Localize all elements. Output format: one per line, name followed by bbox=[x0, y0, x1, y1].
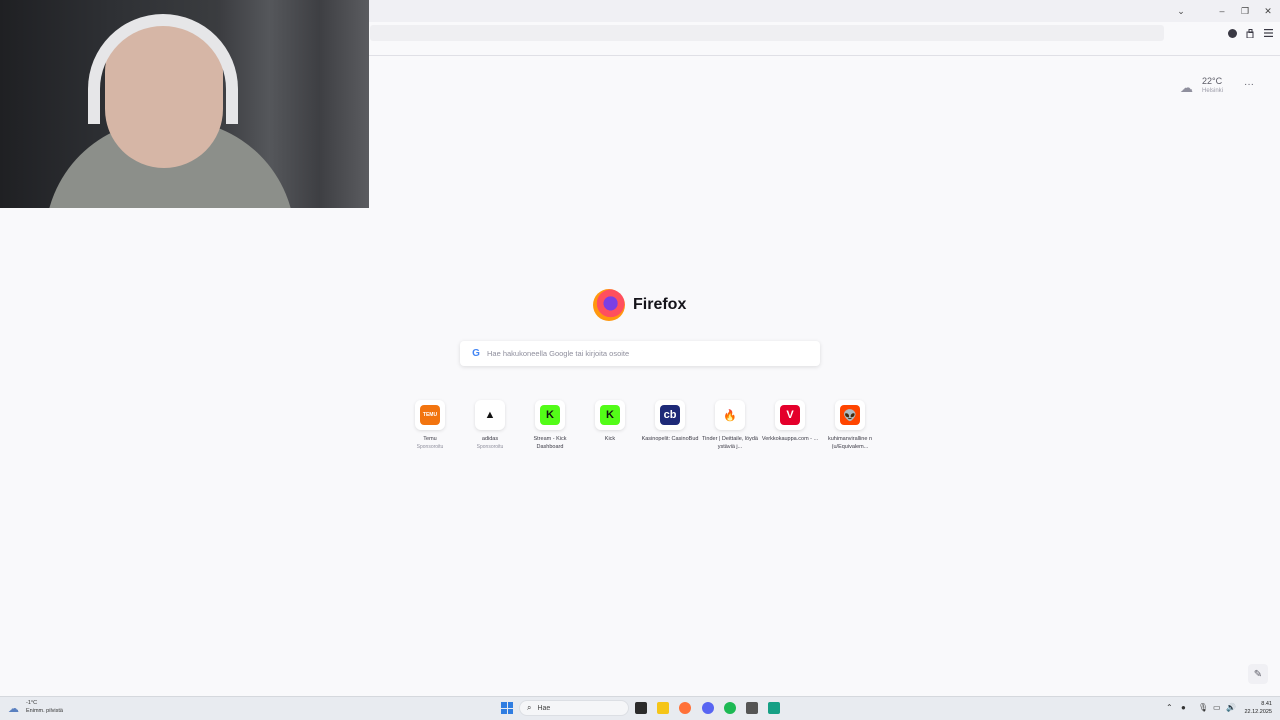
show-hidden-icons-icon[interactable]: ⌃ bbox=[1166, 703, 1173, 712]
volume-icon[interactable]: 🔊 bbox=[1226, 703, 1236, 712]
top-site-title: adidas bbox=[481, 436, 499, 442]
top-site-tile[interactable]: ▲ bbox=[475, 400, 505, 430]
menu-icon[interactable] bbox=[1262, 27, 1274, 39]
top-site-tile[interactable]: V bbox=[775, 400, 805, 430]
firefox-wordmark: Firefox bbox=[633, 296, 687, 313]
firefox-globe-icon bbox=[593, 289, 625, 321]
taskbar-weather-desc: Enimm. pilvistä bbox=[26, 708, 63, 714]
edit-icon[interactable]: ✎ bbox=[1248, 664, 1268, 684]
top-site-tile[interactable]: 👽 bbox=[835, 400, 865, 430]
weather-widget[interactable]: ☁ 22°C Helsinki bbox=[1178, 76, 1238, 100]
weather-cloud-icon: ☁ bbox=[8, 703, 19, 715]
top-site[interactable]: K Stream - Kick Dashboard bbox=[520, 399, 576, 455]
site-favicon-icon: K bbox=[540, 405, 560, 425]
top-site-title: Temu bbox=[423, 436, 437, 442]
site-favicon-icon: 🔥 bbox=[720, 405, 740, 425]
task-view-icon[interactable] bbox=[635, 702, 647, 714]
more-options-icon[interactable]: ··· bbox=[1244, 79, 1254, 90]
microphone-icon[interactable]: 🎙 bbox=[1198, 703, 1208, 712]
top-site[interactable]: 👽 kuhimanviralline n (u/Equivalem... bbox=[820, 399, 876, 455]
top-site[interactable]: V Verkkokauppa.com - ... bbox=[760, 399, 818, 455]
list-all-tabs-button[interactable]: ⌄ bbox=[1172, 4, 1190, 18]
top-site-tile[interactable]: 🔥 bbox=[715, 400, 745, 430]
weather-location: Helsinki bbox=[1202, 88, 1224, 94]
clock-date: 22.12.2025 bbox=[1244, 709, 1272, 715]
top-site[interactable]: K Kick bbox=[580, 399, 636, 455]
site-favicon-icon: K bbox=[600, 405, 620, 425]
minimize-button[interactable]: – bbox=[1213, 4, 1231, 18]
discord-icon[interactable] bbox=[702, 702, 714, 714]
top-site[interactable]: ▲ adidas Sponsoroitu bbox=[460, 399, 516, 455]
url-bar[interactable] bbox=[370, 25, 1164, 41]
clock-time: 8.41 bbox=[1261, 701, 1272, 707]
top-site-title: Verkkokauppa.com - ... bbox=[761, 436, 819, 442]
account-icon[interactable] bbox=[1226, 27, 1238, 39]
google-icon: G bbox=[472, 348, 480, 359]
sponsored-label: Sponsoroitu bbox=[476, 444, 504, 450]
start-button[interactable] bbox=[501, 702, 513, 714]
site-favicon-icon: V bbox=[780, 405, 800, 425]
site-favicon-icon: 👽 bbox=[840, 405, 860, 425]
extensions-icon[interactable] bbox=[1244, 27, 1256, 39]
sponsored-label: Sponsoroitu bbox=[416, 444, 444, 450]
top-site-title: Stream - Kick Dashboard bbox=[533, 436, 567, 450]
cloud-icon: ☁ bbox=[1180, 80, 1193, 95]
weather-temperature: 22°C bbox=[1202, 76, 1223, 86]
top-site-title: Tinder | Deittaile, löydä ystäviä j... bbox=[702, 436, 758, 450]
top-site[interactable]: TEMU Temu Sponsoroitu bbox=[400, 399, 456, 455]
network-icon[interactable]: ▭ bbox=[1213, 703, 1221, 712]
top-site[interactable]: 🔥 Tinder | Deittaile, löydä ystäviä j... bbox=[700, 399, 758, 455]
restore-button[interactable]: ❐ bbox=[1236, 4, 1254, 18]
close-button[interactable]: ✕ bbox=[1259, 4, 1277, 18]
taskbar-search-label: Hae bbox=[537, 704, 551, 712]
site-favicon-icon: ▲ bbox=[480, 405, 500, 425]
taskbar-search[interactable]: ⌕ Hae bbox=[519, 700, 629, 716]
search-icon: ⌕ bbox=[527, 703, 532, 712]
search-input[interactable] bbox=[487, 349, 807, 358]
firefox-taskbar-icon[interactable] bbox=[679, 702, 691, 714]
top-site[interactable]: cb Kasinopelit: CasinoBud bbox=[640, 399, 698, 455]
top-site-tile[interactable]: K bbox=[595, 400, 625, 430]
top-site-title: Kick bbox=[604, 436, 616, 442]
top-site-tile[interactable]: TEMU bbox=[415, 400, 445, 430]
search-box[interactable]: G bbox=[460, 341, 820, 366]
site-favicon-icon: TEMU bbox=[420, 405, 440, 425]
tray-app-icon[interactable]: ● bbox=[1181, 703, 1186, 712]
top-site-title: Kasinopelit: CasinoBud bbox=[641, 436, 699, 442]
obs-icon[interactable] bbox=[746, 702, 758, 714]
spotify-icon[interactable] bbox=[724, 702, 736, 714]
app-icon[interactable] bbox=[768, 702, 780, 714]
top-site-title: kuhimanviralline n (u/Equivalem... bbox=[827, 436, 873, 450]
file-explorer-icon[interactable] bbox=[657, 702, 669, 714]
site-favicon-icon: cb bbox=[660, 405, 680, 425]
firefox-logo: Firefox bbox=[593, 288, 693, 322]
top-site-tile[interactable]: cb bbox=[655, 400, 685, 430]
top-site-tile[interactable]: K bbox=[535, 400, 565, 430]
taskbar-weather-temp: -1°C bbox=[26, 700, 38, 706]
taskbar: ☁ -1°C Enimm. pilvistä ⌕ Hae ⌃ ● 🎙 ▭ 🔊 8… bbox=[0, 696, 1280, 720]
webcam-overlay bbox=[0, 0, 369, 208]
clock[interactable]: 8.41 22.12.2025 bbox=[1238, 700, 1272, 716]
